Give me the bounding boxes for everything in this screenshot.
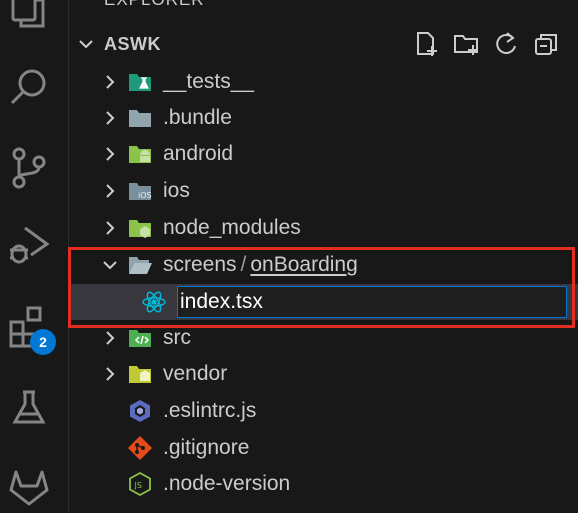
tree-item-gitignore[interactable]: .gitignore	[69, 430, 578, 466]
svg-text:JS: JS	[134, 481, 142, 490]
chevron-right-icon	[106, 75, 115, 89]
tree-item-label: node_modules	[163, 216, 301, 239]
tree-item-ios[interactable]: iOS ios	[69, 173, 578, 209]
folder-icon	[127, 105, 153, 131]
test-folder-icon	[127, 69, 153, 95]
rename-input[interactable]	[177, 286, 567, 318]
svg-text:iOS: iOS	[138, 191, 152, 200]
tree-item-label: ios	[163, 179, 190, 202]
tree-item-src[interactable]: src	[69, 320, 578, 356]
explorer-title: EXPLORER	[104, 0, 205, 10]
tree-item-label: .node-version	[163, 472, 291, 495]
ios-folder-icon: iOS	[127, 178, 153, 204]
explorer-sidebar: EXPLORER ASWK	[69, 0, 578, 512]
chevron-right-icon	[106, 147, 115, 161]
tree-item-vendor[interactable]: vendor	[69, 356, 578, 392]
tree-item-label: android	[163, 142, 234, 165]
chevron-right-icon	[106, 111, 115, 125]
workspace-section-header[interactable]: ASWK	[69, 26, 578, 62]
activity-bar: 2	[0, 0, 69, 512]
react-icon	[141, 289, 167, 315]
tree-item-rename[interactable]	[69, 284, 578, 320]
chevron-down-icon	[79, 40, 93, 49]
source-control-icon[interactable]	[7, 146, 51, 190]
tree-item-label: .gitignore	[163, 436, 250, 459]
git-icon	[127, 435, 153, 461]
src-folder-icon	[127, 325, 153, 351]
new-folder-icon[interactable]	[452, 30, 480, 58]
tree-item-screens-onboarding[interactable]: screens / onBoarding	[69, 247, 578, 283]
chevron-down-icon	[103, 261, 117, 270]
chevron-right-icon	[106, 184, 115, 198]
testing-icon[interactable]	[7, 386, 51, 430]
refresh-icon[interactable]	[492, 30, 520, 58]
tree-item-label: .eslintrc.js	[163, 399, 257, 422]
path-separator: /	[240, 253, 247, 276]
tree-item-node-version[interactable]: JS .node-version	[69, 466, 578, 502]
folder-open-icon	[127, 252, 153, 278]
vendor-folder-icon	[127, 361, 153, 387]
tree-item-bundle[interactable]: .bundle	[69, 100, 578, 136]
new-file-icon[interactable]	[412, 30, 440, 58]
collapse-all-icon[interactable]	[532, 30, 560, 58]
tree-item-eslintrc[interactable]: .eslintrc.js	[69, 393, 578, 429]
tree-item-label: __tests__	[163, 70, 255, 93]
search-icon[interactable]	[7, 64, 51, 108]
node-folder-icon	[127, 215, 153, 241]
tree-item-label: .bundle	[163, 106, 232, 129]
folder-segment-screens[interactable]: screens	[163, 253, 237, 276]
chevron-right-icon	[106, 331, 115, 345]
tree-item-label: src	[163, 326, 191, 349]
tree-item-label: screens / onBoarding	[163, 253, 358, 277]
run-debug-icon[interactable]	[7, 222, 51, 266]
nodejs-icon: JS	[127, 471, 153, 497]
tree-item-android[interactable]: android	[69, 136, 578, 172]
chevron-right-icon	[106, 221, 115, 235]
gitlab-icon[interactable]	[7, 464, 51, 508]
android-folder-icon	[127, 141, 153, 167]
chevron-right-icon	[106, 367, 115, 381]
workspace-title: ASWK	[104, 34, 161, 54]
eslint-icon	[127, 398, 153, 424]
files-icon[interactable]	[7, 0, 51, 30]
tree-item-tests[interactable]: __tests__	[69, 64, 578, 100]
tree-item-node-modules[interactable]: node_modules	[69, 210, 578, 246]
tree-item-label: vendor	[163, 362, 228, 385]
extensions-badge: 2	[30, 329, 56, 355]
folder-segment-onboarding[interactable]: onBoarding	[250, 253, 357, 276]
